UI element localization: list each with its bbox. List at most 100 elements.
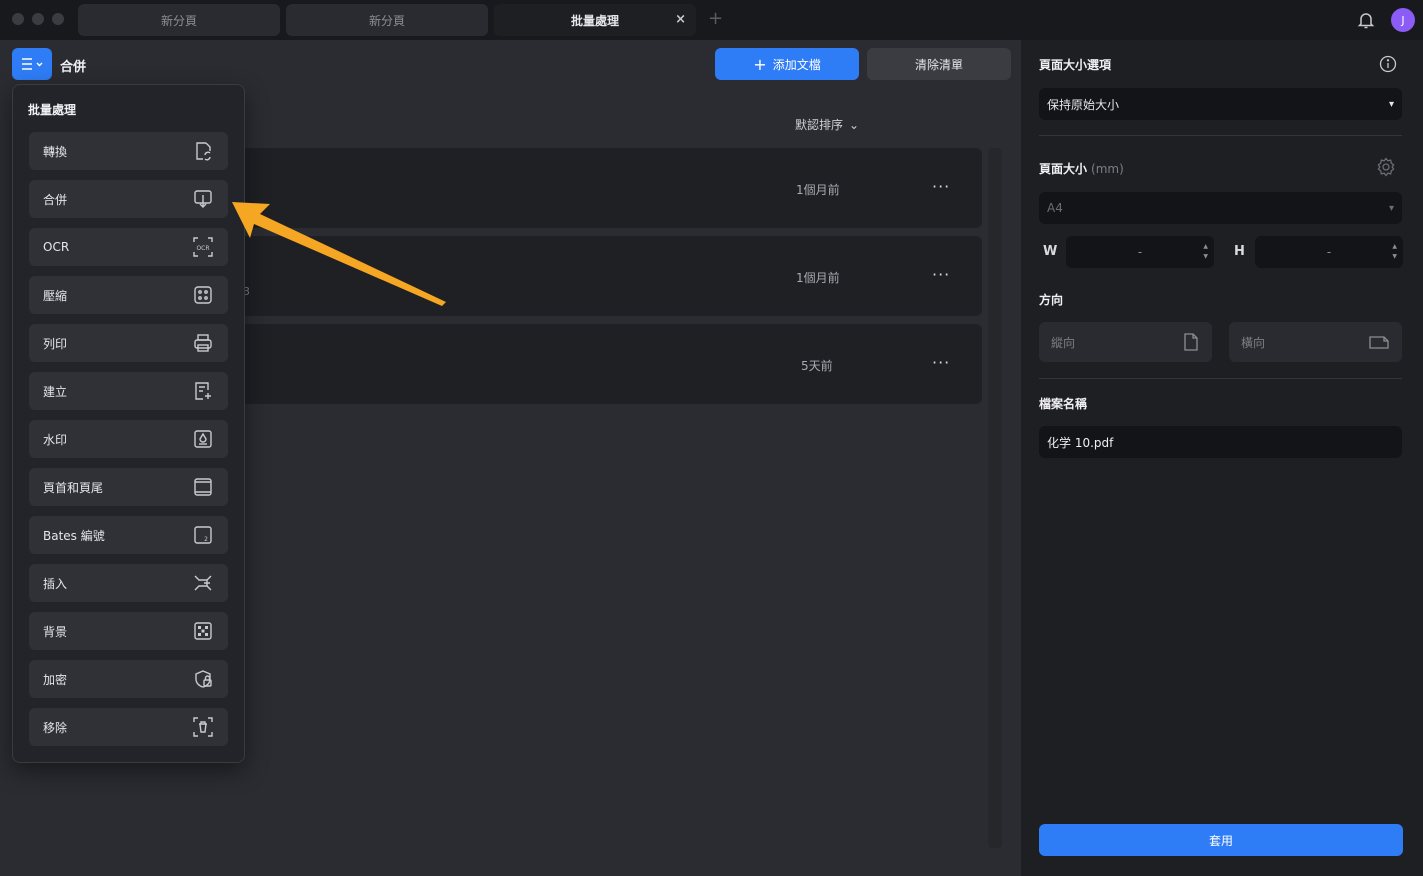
file-row[interactable] <box>230 324 982 404</box>
menu-item-label: 頁首和頁尾 <box>43 480 104 495</box>
chevron-down-icon: ⌄ <box>849 117 860 132</box>
scrollbar[interactable] <box>988 148 1002 848</box>
menu-icon <box>22 58 43 70</box>
menu-item-label: 水印 <box>43 432 68 447</box>
page-size-option-select[interactable]: 保持原始大小 ▾ <box>1039 88 1402 120</box>
portrait-label: 縱向 <box>1051 335 1076 350</box>
menu-item-print[interactable]: 列印 <box>29 324 228 362</box>
orientation-label: 方向 <box>1039 293 1064 307</box>
menu-item-label: 轉換 <box>43 144 68 159</box>
stepper-arrows-icon[interactable]: ▲ ▼ <box>1392 242 1397 262</box>
ocr-icon: OCR <box>193 237 213 257</box>
menu-item-remove[interactable]: 移除 <box>29 708 228 746</box>
menu-button[interactable] <box>12 48 52 80</box>
chevron-down-icon: ▾ <box>1388 202 1394 214</box>
height-label: H <box>1234 244 1245 259</box>
plus-icon: + <box>753 54 767 74</box>
width-label: W <box>1043 244 1058 259</box>
page-size-unit: (mm) <box>1091 162 1124 176</box>
sort-dropdown[interactable]: 默認排序 ⌄ <box>795 116 859 133</box>
apply-button[interactable]: 套用 <box>1039 824 1403 856</box>
height-value: - <box>1326 245 1332 259</box>
stepper-arrows-icon[interactable]: ▲ ▼ <box>1203 242 1208 262</box>
print-icon <box>194 334 212 352</box>
landscape-page-icon <box>1369 336 1389 349</box>
tab-label: 批量處理 <box>570 13 619 28</box>
select-value: 保持原始大小 <box>1047 97 1120 112</box>
menu-item-label: OCR <box>43 240 70 254</box>
landscape-label: 橫向 <box>1241 335 1266 350</box>
menu-item-label: 壓縮 <box>43 288 68 303</box>
current-tool-title: 合併 <box>60 60 87 75</box>
divider <box>1039 135 1402 136</box>
watermark-icon <box>194 430 212 448</box>
menu-item-watermark[interactable]: 水印 <box>29 420 228 458</box>
combine-icon <box>194 190 212 208</box>
file-time: 5天前 <box>801 359 833 373</box>
svg-text:OCR: OCR <box>196 245 209 252</box>
add-document-button[interactable]: + 添加文檔 <box>715 48 859 80</box>
more-options-icon[interactable]: ··· <box>932 353 950 372</box>
menu-item-bates[interactable]: Bates 編號 2 <box>29 516 228 554</box>
avatar[interactable]: J <box>1391 8 1415 32</box>
more-options-icon[interactable]: ··· <box>932 265 950 284</box>
menu-item-encrypt[interactable]: 加密 <box>29 660 228 698</box>
compress-icon <box>194 286 212 304</box>
menu-item-background[interactable]: 背景 <box>29 612 228 650</box>
page-size-select[interactable]: A4 ▾ <box>1039 192 1402 224</box>
width-stepper[interactable]: - ▲ ▼ <box>1066 236 1214 268</box>
gear-icon[interactable] <box>1376 157 1396 177</box>
add-document-label: 添加文檔 <box>772 57 821 72</box>
menu-item-create[interactable]: 建立 <box>29 372 228 410</box>
menu-item-label: 加密 <box>43 672 68 687</box>
clear-list-button[interactable]: 清除清單 <box>867 48 1011 80</box>
menu-item-convert[interactable]: 轉換 <box>29 132 228 170</box>
page-size-label: 頁面大小 <box>1039 162 1088 176</box>
remove-icon <box>193 717 213 737</box>
landscape-option[interactable]: 橫向 <box>1229 322 1402 362</box>
page-size-heading: 頁面大小 (mm) <box>1039 160 1124 177</box>
window-zoom-dot[interactable] <box>52 13 64 25</box>
menu-item-combine[interactable]: 合併 <box>29 180 228 218</box>
file-time: 1個月前 <box>796 271 840 285</box>
create-icon <box>195 382 211 400</box>
tab-new-1[interactable]: 新分頁 <box>78 4 280 36</box>
menu-item-label: 列印 <box>43 336 68 351</box>
tab-label: 新分頁 <box>368 13 405 28</box>
portrait-option[interactable]: 縱向 <box>1039 322 1212 362</box>
insert-icon <box>194 575 212 591</box>
menu-title: 批量處理 <box>28 103 77 117</box>
info-icon[interactable] <box>1379 55 1397 73</box>
menu-item-insert[interactable]: 插入 <box>29 564 228 602</box>
window-minimize-dot[interactable] <box>32 13 44 25</box>
bell-icon[interactable] <box>1356 10 1376 30</box>
new-tab-icon[interactable]: + <box>708 8 723 29</box>
bates-icon: 2 <box>194 526 212 544</box>
menu-item-ocr[interactable]: OCR OCR <box>29 228 228 266</box>
header-footer-icon <box>194 478 212 496</box>
tab-new-2[interactable]: 新分頁 <box>286 4 488 36</box>
page-size-options-label: 頁面大小選項 <box>1039 58 1112 72</box>
window-close-dot[interactable] <box>12 13 24 25</box>
height-stepper[interactable]: - ▲ ▼ <box>1255 236 1403 268</box>
portrait-page-icon <box>1184 333 1198 351</box>
menu-item-label: 合併 <box>43 192 68 207</box>
tab-label: 新分頁 <box>160 13 197 28</box>
encrypt-icon <box>195 670 212 688</box>
divider <box>1039 378 1402 379</box>
file-time: 1個月前 <box>796 183 840 197</box>
background-icon <box>194 622 212 640</box>
select-value: A4 <box>1047 201 1063 215</box>
menu-item-label: 背景 <box>43 624 68 639</box>
width-value: - <box>1137 245 1143 259</box>
menu-item-compress[interactable]: 壓縮 <box>29 276 228 314</box>
sort-label: 默認排序 <box>795 118 844 132</box>
annotation-arrow <box>232 202 446 306</box>
svg-text:2: 2 <box>204 536 208 543</box>
tab-batch[interactable]: 批量處理 × <box>494 4 696 36</box>
more-options-icon[interactable]: ··· <box>932 177 950 196</box>
menu-item-header-footer[interactable]: 頁首和頁尾 <box>29 468 228 506</box>
filename-field[interactable] <box>1039 426 1402 458</box>
convert-icon <box>196 142 211 161</box>
tab-close-icon[interactable]: × <box>675 12 686 27</box>
